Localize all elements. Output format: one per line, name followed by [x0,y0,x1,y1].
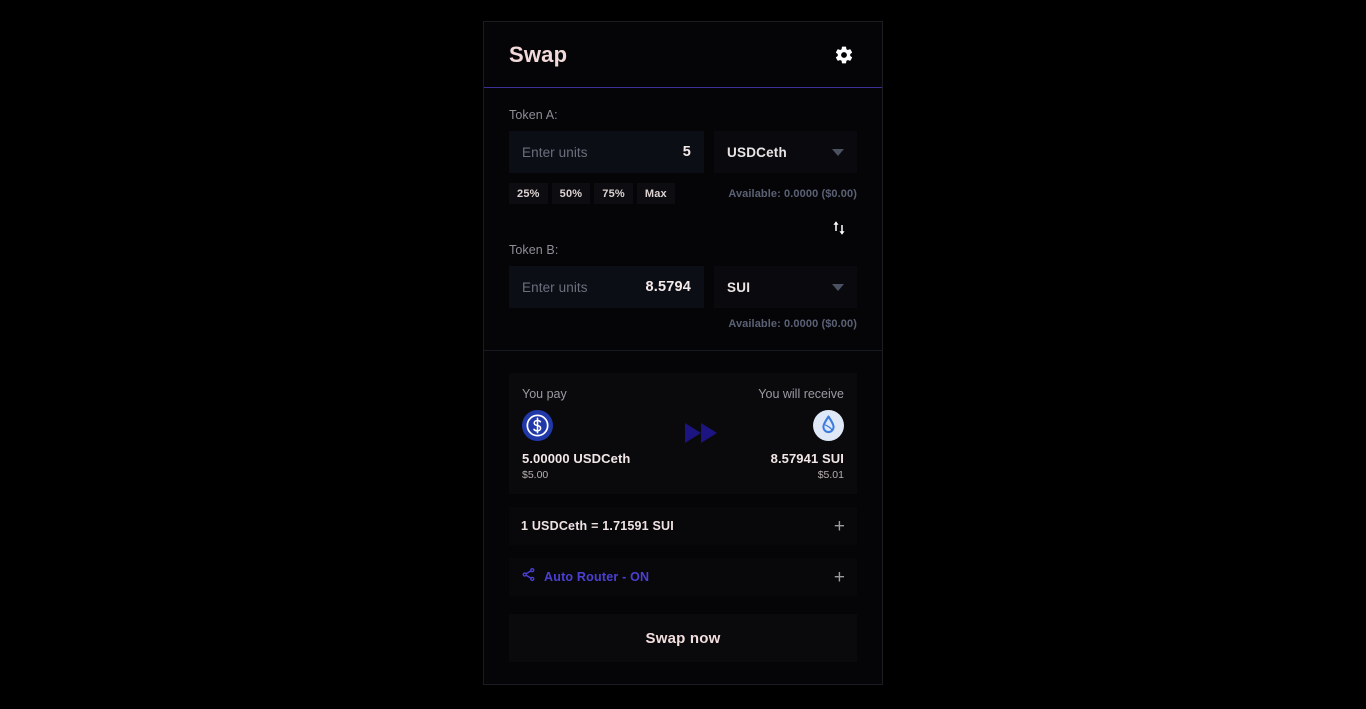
chevron-down-icon [832,148,844,156]
you-pay-label: You pay [522,387,567,401]
sui-coin-icon [812,410,844,441]
pay-column: 5.00000 USDCeth $5.00 [522,410,630,481]
token-b-available-row: Available: 0.0000 ($0.00) [509,318,857,330]
usdc-coin-icon [522,410,553,441]
app-root: Swap Token A: Enter units 5 USDCeth 25% … [0,0,1366,709]
swap-direction-row [509,215,857,243]
plus-icon[interactable]: + [834,568,845,587]
token-b-label: Token B: [509,243,559,257]
swap-card: Swap Token A: Enter units 5 USDCeth 25% … [483,21,883,685]
swap-vertical-icon [830,219,848,240]
percent-25-button[interactable]: 25% [509,183,548,204]
token-a-percent-row: 25% 50% 75% Max Available: 0.0000 ($0.00… [509,183,857,204]
percent-button-group: 25% 50% 75% Max [509,183,675,204]
page-title: Swap [509,41,568,67]
fast-forward-icon [684,422,718,444]
token-b-input-row: Enter units 8.5794 SUI [509,266,857,308]
token-b-available: Available: 0.0000 ($0.00) [728,318,857,330]
chevron-down-icon [832,283,844,291]
summary-section: You pay You will receive 5.00000 USDCeth… [484,351,882,494]
token-b-symbol: SUI [727,279,751,295]
settings-button[interactable] [831,42,857,68]
card-header: Swap [484,22,882,88]
percent-50-button[interactable]: 50% [551,183,591,204]
token-a-input-row: Enter units 5 USDCeth [509,131,857,173]
share-network-icon [521,567,536,587]
auto-router-row[interactable]: Auto Router - ON + [509,558,857,596]
percent-75-button[interactable]: 75% [594,183,633,204]
auto-router-text: Auto Router - ON [544,570,650,584]
token-a-selector[interactable]: USDCeth [714,131,857,173]
token-a-amount-value: 5 [682,144,692,160]
token-a-amount-placeholder: Enter units [522,144,588,160]
token-b-amount-field[interactable]: Enter units 8.5794 [509,266,705,308]
gear-icon [834,45,854,65]
plus-icon[interactable]: + [834,517,845,536]
token-b-selector[interactable]: SUI [714,266,857,308]
token-a-symbol: USDCeth [727,144,787,160]
auto-router-left: Auto Router - ON [521,567,649,587]
receive-amount: 8.57941 SUI [770,451,844,466]
receive-column: 8.57941 SUI $5.01 [771,410,844,481]
token-b-amount-value: 8.5794 [645,279,692,295]
pay-usd-value: $5.00 [522,469,549,481]
swap-now-button[interactable]: Swap now [509,614,857,662]
pay-amount: 5.00000 USDCeth [522,451,631,466]
exchange-rate-row[interactable]: 1 USDCeth = 1.71591 SUI + [509,507,857,545]
summary-header: You pay You will receive [522,387,844,401]
token-a-section: Token A: Enter units 5 USDCeth 25% 50% 7… [484,88,882,330]
swap-direction-button[interactable] [827,217,851,241]
exchange-rate-text: 1 USDCeth = 1.71591 SUI [521,519,674,533]
you-receive-label: You will receive [758,387,844,401]
summary-body: 5.00000 USDCeth $5.00 8.57941 SUI $5.01 [522,410,844,481]
summary-panel: You pay You will receive 5.00000 USDCeth… [509,373,857,494]
receive-usd-value: $5.01 [817,469,844,481]
token-a-label: Token A: [509,108,558,122]
percent-max-button[interactable]: Max [636,183,675,204]
token-a-amount-field[interactable]: Enter units 5 [509,131,705,173]
token-b-amount-placeholder: Enter units [522,279,588,295]
token-a-available: Available: 0.0000 ($0.00) [728,187,857,200]
